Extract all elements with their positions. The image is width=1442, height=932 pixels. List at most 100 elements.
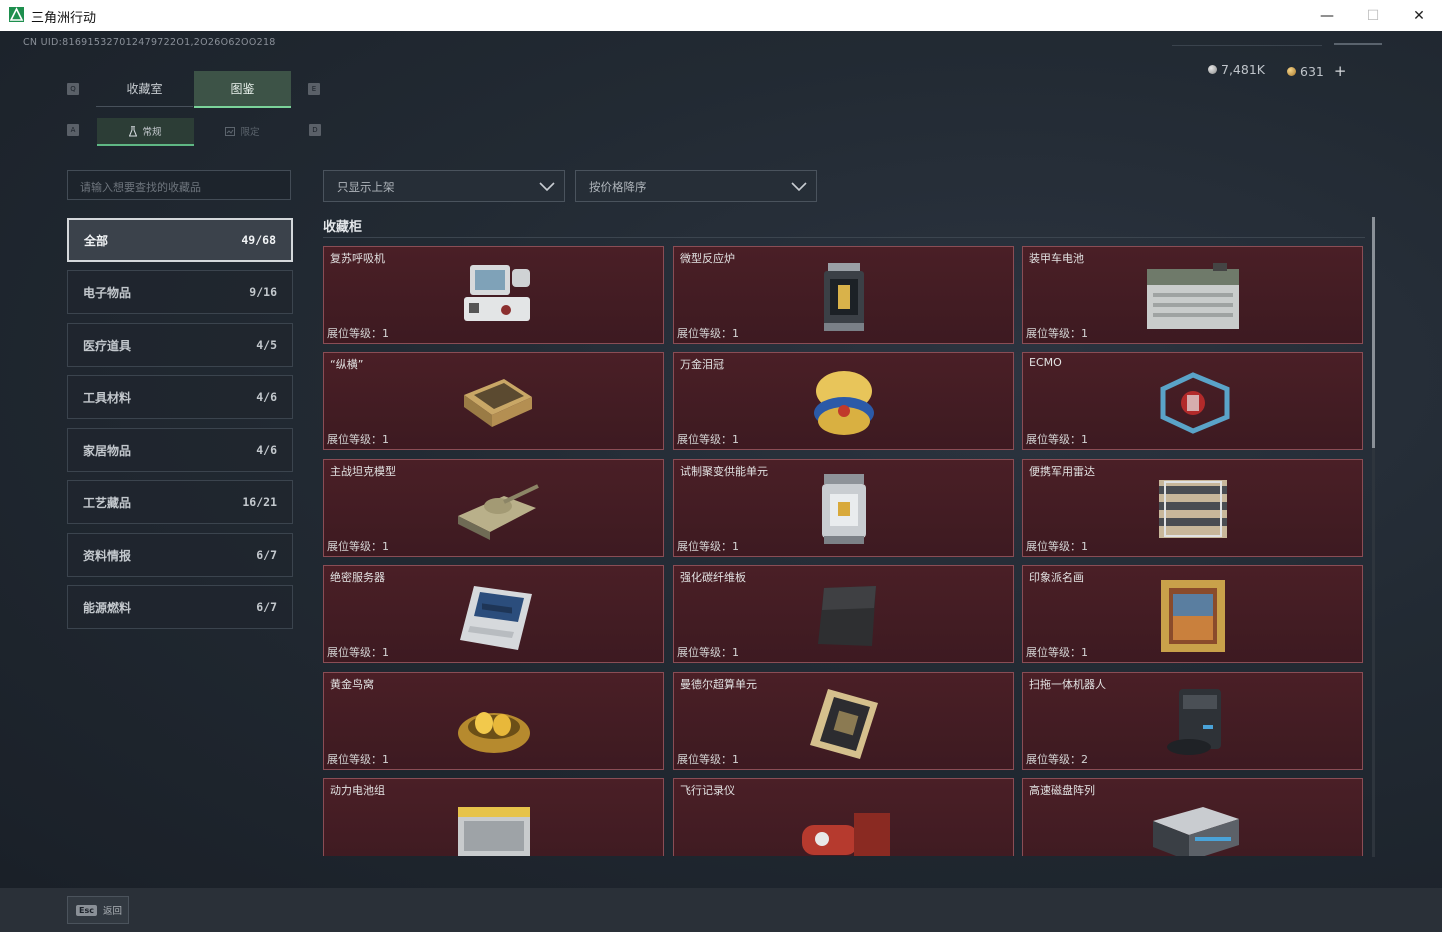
ecmo-icon [1160,372,1230,434]
tank-icon [458,484,539,540]
back-label: 返回 [102,906,122,917]
item-level: 展位等级：1 [1026,327,1088,340]
item-level: 展位等级：1 [327,327,389,340]
header-divider [1172,45,1322,46]
collection-card[interactable]: “纵横” 展位等级：1 [323,352,664,450]
collection-card[interactable]: 装甲车电池 展位等级：1 [1022,246,1363,344]
item-name: 便携军用雷达 [1029,465,1095,478]
item-name: 主战坦克模型 [330,465,396,478]
tab-collection-room[interactable]: 收藏室 [96,71,193,107]
collection-card[interactable]: 便携军用雷达 展位等级：1 [1022,459,1363,557]
category-tools[interactable]: 工具材料 4/6 [67,375,293,419]
category-count: 4/6 [256,443,277,457]
window-title-bar: 三角洲行动 — ☐ ✕ [0,0,1442,32]
item-name: 微型反应炉 [680,252,735,265]
collection-card[interactable]: 复苏呼吸机 展位等级：1 [323,246,664,344]
collection-card[interactable]: 动力电池组 [323,778,664,856]
category-count: 16/21 [242,495,277,509]
computing-unit-icon [810,689,878,759]
collection-card[interactable]: 绝密服务器 展位等级：1 [323,565,664,663]
frame-icon [225,126,236,136]
item-name: 试制聚变供能单元 [680,465,768,478]
uid-text: CN UID:816915327012479722O1,2O26O62OO218 [23,37,276,48]
maximize-button[interactable]: ☐ [1350,0,1396,31]
back-button[interactable]: Esc 返回 [67,896,129,924]
subtab-regular[interactable]: 常规 [97,118,194,146]
shelf-filter-dropdown[interactable]: 只显示上架 [323,170,565,202]
subtab-limited-label: 限定 [240,127,260,138]
ventilator-icon [464,265,530,321]
collection-card[interactable]: 万金泪冠 展位等级：1 [673,352,1014,450]
a-key-hint: A [67,124,79,136]
category-label: 电子物品 [83,285,132,300]
chessboard-icon [464,379,532,427]
golden-nest-icon [458,712,530,753]
item-name: 扫拖一体机器人 [1029,678,1106,691]
collection-card[interactable]: 主战坦克模型 展位等级：1 [323,459,664,557]
chevron-down-icon [791,182,807,192]
battery-icon [1147,263,1239,329]
item-level: 展位等级：1 [677,753,739,766]
reactor-icon [824,263,864,331]
collection-card[interactable]: 强化碳纤维板 展位等级：1 [673,565,1014,663]
collection-card[interactable]: 试制聚变供能单元 展位等级：1 [673,459,1014,557]
item-name: 印象派名画 [1029,571,1084,584]
category-household[interactable]: 家居物品 4/6 [67,428,293,472]
category-count: 6/7 [256,548,277,562]
tab-catalog[interactable]: 图鉴 [194,71,291,108]
search-input[interactable]: 请输入想要查找的收藏品 [67,170,291,200]
item-name: 强化碳纤维板 [680,571,746,584]
category-label: 资料情报 [83,548,132,563]
section-divider [323,237,1365,238]
collection-card[interactable]: 飞行记录仪 [673,778,1014,856]
category-intel[interactable]: 资料情报 6/7 [67,533,293,577]
carbon-plate-icon [818,586,876,646]
category-medical[interactable]: 医疗道具 4/5 [67,323,293,367]
item-name: 曼德尔超算单元 [680,678,757,691]
gold-currency-value: 631 [1300,63,1324,79]
category-crafts[interactable]: 工艺藏品 16/21 [67,480,293,524]
close-button[interactable]: ✕ [1396,0,1442,31]
collection-card[interactable]: 曼德尔超算单元 展位等级：1 [673,672,1014,770]
category-count: 9/16 [249,285,277,299]
scrollbar-thumb[interactable] [1372,217,1375,448]
sort-dropdown[interactable]: 按价格降序 [575,170,817,202]
category-count: 49/68 [241,233,276,247]
q-key-hint: Q [67,83,79,95]
gold-currency: 631 + [1287,62,1346,80]
minimize-button[interactable]: — [1304,0,1350,31]
section-title: 收藏柜 [323,220,363,235]
category-energy[interactable]: 能源燃料 6/7 [67,585,293,629]
item-level: 展位等级：1 [327,753,389,766]
collection-card[interactable]: 印象派名画 展位等级：1 [1022,565,1363,663]
subtab-limited[interactable]: 限定 [194,118,291,144]
item-level: 展位等级：1 [1026,540,1088,553]
collection-card[interactable]: 黄金鸟窝 展位等级：1 [323,672,664,770]
item-level: 展位等级：1 [1026,433,1088,446]
collection-card[interactable]: 扫拖一体机器人 展位等级：2 [1022,672,1363,770]
item-level: 展位等级：1 [327,540,389,553]
sort-value: 按价格降序 [589,180,647,194]
category-electronics[interactable]: 电子物品 9/16 [67,270,293,314]
item-name: 万金泪冠 [680,358,724,371]
category-label: 医疗道具 [83,338,132,353]
category-all[interactable]: 全部 49/68 [67,218,293,262]
collection-card[interactable]: 高速磁盘阵列 [1022,778,1363,856]
collection-card[interactable]: ECMO 展位等级：1 [1022,352,1363,450]
item-level: 展位等级：1 [1026,646,1088,659]
silver-currency-value: 7,481K [1221,62,1265,77]
gold-coin-icon [1287,66,1296,76]
item-name: 复苏呼吸机 [330,252,385,265]
window-title: 三角洲行动 [31,11,97,26]
collection-card[interactable]: 微型反应炉 展位等级：1 [673,246,1014,344]
subtab-regular-label: 常规 [142,127,162,138]
item-name: 绝密服务器 [330,571,385,584]
item-name: 高速磁盘阵列 [1029,784,1095,797]
add-currency-button[interactable]: + [1334,62,1347,80]
painting-icon [1161,580,1225,652]
battery-pack-icon [458,807,530,856]
category-label: 工具材料 [83,390,132,405]
game-viewport: CN UID:816915327012479722O1,2O26O62OO218… [0,31,1442,888]
category-count: 6/7 [256,600,277,614]
server-icon [460,586,532,650]
